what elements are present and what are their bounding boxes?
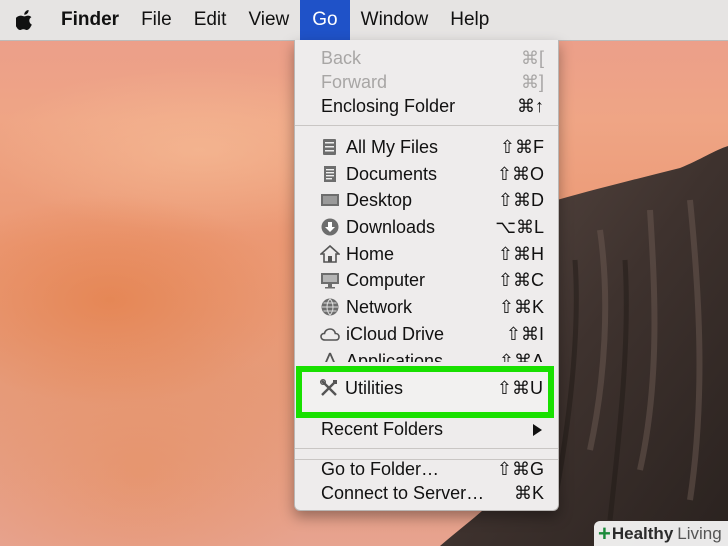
menu-window[interactable]: Window xyxy=(350,0,440,40)
go-to-folder-shortcut: ⇧⌘G xyxy=(496,459,544,479)
icloud-drive-shortcut: ⇧⌘I xyxy=(505,324,544,344)
desktop-shortcut: ⇧⌘D xyxy=(497,190,544,210)
connect-to-server-label: Connect to Server… xyxy=(321,483,485,503)
documents-label: Documents xyxy=(346,164,438,184)
downloads-item[interactable]: Downloads ⌥⌘L xyxy=(295,214,558,240)
network-shortcut: ⇧⌘K xyxy=(498,297,544,317)
go-forward-label: Forward xyxy=(321,72,388,92)
go-menu-dropdown: Back ⌘[ Forward ⌘] Enclosing Folder ⌘↑ A… xyxy=(294,40,559,511)
recent-folders-label: Recent Folders xyxy=(321,419,444,439)
menu-go[interactable]: Go xyxy=(300,0,350,40)
icloud-drive-label: iCloud Drive xyxy=(346,324,445,344)
applications-shortcut: ⇧⌘A xyxy=(498,351,544,362)
home-icon xyxy=(320,245,340,263)
menu-finder[interactable]: Finder xyxy=(50,0,130,40)
documents-item[interactable]: Documents ⇧⌘O xyxy=(295,161,558,187)
menu-bar: Finder File Edit View Go Window Help xyxy=(0,0,728,41)
downloads-label: Downloads xyxy=(346,217,436,237)
desktop-item[interactable]: Desktop ⇧⌘D xyxy=(295,187,558,213)
documents-shortcut: ⇧⌘O xyxy=(496,164,544,184)
network-item[interactable]: Network ⇧⌘K xyxy=(295,294,558,320)
utilities-label: Utilities xyxy=(345,378,404,398)
go-back-label: Back xyxy=(321,48,362,68)
enclosing-folder-item[interactable]: Enclosing Folder ⌘↑ xyxy=(295,93,558,119)
connect-to-server-shortcut: ⌘K xyxy=(513,483,544,503)
icloud-drive-item[interactable]: iCloud Drive ⇧⌘I xyxy=(295,321,558,347)
enclosing-folder-shortcut: ⌘↑ xyxy=(517,96,544,116)
go-forward-shortcut: ⌘] xyxy=(520,72,544,92)
menu-separator xyxy=(295,125,558,126)
watermark-word-1: Healthy xyxy=(611,523,674,543)
downloads-icon xyxy=(321,218,339,236)
connect-to-server-item[interactable]: Connect to Server… ⌘K xyxy=(295,480,558,506)
utilities-shortcut: ⇧⌘U xyxy=(496,378,543,398)
recent-folders-item[interactable]: Recent Folders xyxy=(295,416,558,442)
enclosing-folder-label: Enclosing Folder xyxy=(321,96,456,116)
utilities-item[interactable]: Utilities ⇧⌘U xyxy=(294,375,557,401)
submenu-arrow-icon xyxy=(533,424,542,436)
computer-item[interactable]: Computer ⇧⌘C xyxy=(295,267,558,293)
all-my-files-shortcut: ⇧⌘F xyxy=(499,137,544,157)
cloud-icon xyxy=(320,328,340,341)
documents-icon xyxy=(324,166,336,182)
computer-label: Computer xyxy=(346,270,426,290)
menu-file[interactable]: File xyxy=(130,0,183,40)
computer-shortcut: ⇧⌘C xyxy=(497,270,544,290)
network-label: Network xyxy=(346,297,413,317)
go-back-item[interactable]: Back ⌘[ xyxy=(295,45,558,71)
plus-icon: + xyxy=(598,520,611,546)
utilities-icon xyxy=(320,379,337,396)
go-to-folder-item[interactable]: Go to Folder… ⇧⌘G xyxy=(295,456,558,482)
menu-edit[interactable]: Edit xyxy=(183,0,238,40)
downloads-shortcut: ⌥⌘L xyxy=(495,217,544,237)
home-item[interactable]: Home ⇧⌘H xyxy=(295,241,558,267)
applications-label: Applications xyxy=(346,351,444,362)
desktop-icon xyxy=(321,194,339,206)
menu-help[interactable]: Help xyxy=(439,0,500,40)
menu-separator xyxy=(295,448,558,449)
home-shortcut: ⇧⌘H xyxy=(497,244,544,264)
network-icon xyxy=(321,298,339,316)
desktop-label: Desktop xyxy=(346,190,413,210)
home-label: Home xyxy=(346,244,395,264)
applications-icon xyxy=(325,352,335,362)
applications-item[interactable]: Applications ⇧⌘A xyxy=(295,348,558,362)
watermark-word-2: Living xyxy=(677,523,722,543)
menu-view[interactable]: View xyxy=(237,0,300,40)
all-my-files-item[interactable]: All My Files ⇧⌘F xyxy=(295,134,558,160)
go-forward-item[interactable]: Forward ⌘] xyxy=(295,69,558,95)
apple-icon xyxy=(16,10,32,30)
apple-menu[interactable] xyxy=(0,0,50,40)
go-back-shortcut: ⌘[ xyxy=(520,48,544,68)
computer-icon xyxy=(321,273,339,289)
go-to-folder-label: Go to Folder… xyxy=(321,459,440,479)
all-my-files-label: All My Files xyxy=(346,137,439,157)
all-files-icon xyxy=(323,139,336,155)
watermark-badge: + Healthy Living xyxy=(594,521,728,546)
